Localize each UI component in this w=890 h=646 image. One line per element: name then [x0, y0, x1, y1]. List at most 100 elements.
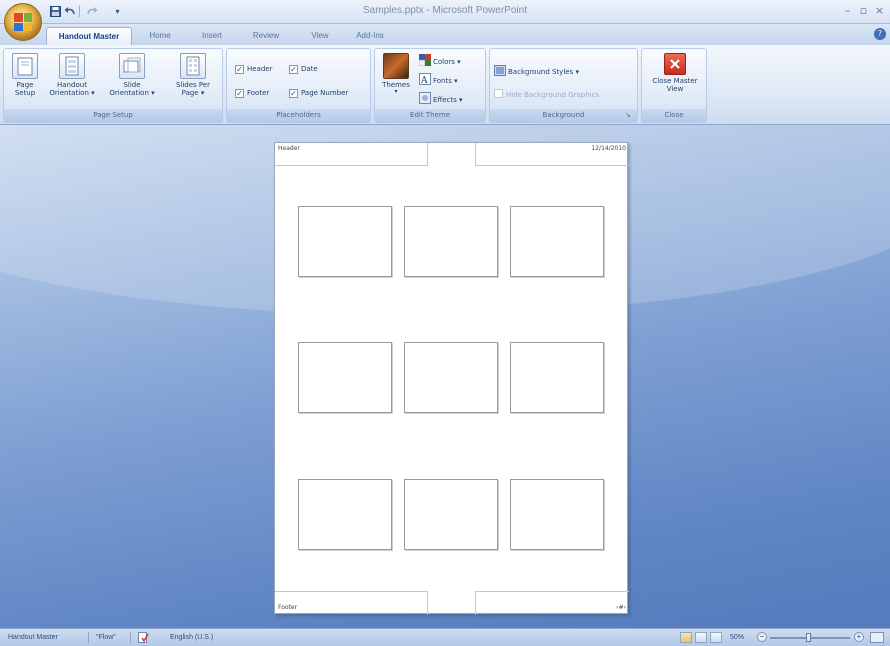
status-separator: [130, 632, 131, 643]
page-setup-group-label: Page Setup: [4, 109, 222, 122]
slide-orientation-icon: [119, 53, 145, 79]
handout-orientation-button[interactable]: Handout Orientation ▾: [48, 53, 96, 107]
date-placeholder[interactable]: 12/14/2010: [475, 143, 629, 166]
fonts-label: Fonts ▾: [433, 77, 458, 85]
date-check-icon: ✓: [289, 65, 298, 74]
page-number-check-icon: ✓: [289, 89, 298, 98]
tab-add-ins[interactable]: Add-Ins: [348, 27, 392, 45]
slide-placeholder[interactable]: [510, 479, 604, 550]
effects-button[interactable]: Effects ▾: [419, 92, 463, 105]
zoom-level[interactable]: 50%: [730, 629, 744, 646]
hide-background-graphics-label: Hide Background Graphics: [506, 91, 600, 99]
page-setup-label: Page Setup: [14, 81, 36, 97]
tab-home[interactable]: Home: [140, 27, 180, 45]
page-setup-group: Page Setup Handout Orientation ▾ Slide O…: [3, 48, 223, 123]
fit-to-window-icon[interactable]: [870, 632, 884, 643]
close-master-view-icon: [664, 53, 686, 75]
footer-checkbox[interactable]: ✓ Footer: [235, 87, 269, 100]
status-language[interactable]: English (U.S.): [170, 629, 213, 646]
slide-placeholder[interactable]: [404, 206, 498, 277]
close-group: Close Master View Close: [641, 48, 707, 123]
slide-sorter-view-icon[interactable]: [695, 632, 707, 643]
tab-review[interactable]: Review: [245, 27, 287, 45]
handout-orientation-icon: [59, 53, 85, 79]
effects-label: Effects ▾: [433, 96, 463, 104]
page-number-checkbox[interactable]: ✓ Page Number: [289, 87, 348, 100]
slide-placeholder[interactable]: [510, 342, 604, 413]
page-number-checkbox-label: Page Number: [301, 89, 349, 97]
ribbon-tabs: Handout Master Home Insert Review View A…: [0, 24, 890, 45]
themes-button[interactable]: Themes ▾: [378, 53, 414, 107]
title-bar: ▾ Samples.pptx - Microsoft PowerPoint – …: [0, 0, 890, 41]
background-styles-button[interactable]: Background Styles ▾: [494, 65, 579, 78]
fonts-icon: A: [419, 73, 431, 86]
background-dialog-launcher-icon[interactable]: ↘: [625, 111, 634, 120]
themes-dropdown-icon: ▾: [394, 88, 398, 95]
fonts-button[interactable]: A Fonts ▾: [419, 73, 458, 86]
ribbon: Page Setup Handout Orientation ▾ Slide O…: [0, 45, 890, 125]
page-setup-icon: [12, 53, 38, 79]
workspace: Header 12/14/2010 Footer ‹#›: [0, 125, 890, 628]
header-checkbox-label: Header: [247, 65, 273, 73]
slide-placeholder[interactable]: [298, 206, 392, 277]
normal-view-icon[interactable]: [680, 632, 692, 643]
zoom-in-button[interactable]: +: [854, 632, 864, 642]
background-group-label: Background: [490, 109, 637, 122]
slides-per-page-icon: [180, 53, 206, 79]
tab-view[interactable]: View: [302, 27, 338, 45]
date-checkbox-label: Date: [301, 65, 318, 73]
slide-show-view-icon[interactable]: [710, 632, 722, 643]
maximize-button[interactable]: ▫: [856, 3, 871, 18]
slide-placeholder[interactable]: [298, 479, 392, 550]
office-button[interactable]: [4, 3, 42, 41]
svg-text:A: A: [420, 76, 428, 85]
header-check-icon: ✓: [235, 65, 244, 74]
date-checkbox[interactable]: ✓ Date: [289, 63, 318, 76]
placeholders-group-label: Placeholders: [227, 109, 370, 122]
slide-orientation-label: Slide Orientation ▾: [109, 81, 155, 97]
colors-icon: [418, 54, 431, 67]
slides-per-page-label: Slides Per Page ▾: [175, 81, 211, 97]
page-setup-button[interactable]: Page Setup: [6, 53, 44, 107]
background-styles-label: Background Styles ▾: [508, 68, 579, 76]
close-master-view-button[interactable]: Close Master View: [647, 53, 703, 107]
tab-insert[interactable]: Insert: [192, 27, 232, 45]
hide-background-graphics-checkbox[interactable]: Hide Background Graphics: [494, 89, 599, 102]
window-title: Samples.pptx - Microsoft PowerPoint: [363, 5, 527, 16]
colors-label: Colors ▾: [433, 58, 461, 66]
edit-theme-group: Themes ▾ Colors ▾ A Fonts ▾ Effects ▾ Edi…: [374, 48, 486, 123]
spelling-check-icon[interactable]: [138, 632, 149, 643]
status-separator: [88, 632, 89, 643]
slide-placeholder[interactable]: [510, 206, 604, 277]
close-window-button[interactable]: ×: [872, 3, 887, 18]
effects-icon: [419, 92, 431, 104]
background-group: Background Styles ▾ Hide Background Grap…: [489, 48, 638, 123]
slide-placeholder[interactable]: [404, 342, 498, 413]
slide-placeholder[interactable]: [298, 342, 392, 413]
help-icon[interactable]: ?: [874, 28, 886, 40]
zoom-out-button[interactable]: −: [757, 632, 767, 642]
status-theme-name: "Flow": [96, 634, 116, 641]
background-styles-icon: [494, 65, 506, 76]
minimize-button[interactable]: –: [840, 3, 855, 18]
footer-check-icon: ✓: [235, 89, 244, 98]
status-bar: Handout Master "Flow" English (U.S.) 50%…: [0, 628, 890, 646]
slide-orientation-button[interactable]: Slide Orientation ▾: [108, 53, 156, 107]
close-group-label: Close: [642, 109, 706, 122]
footer-placeholder[interactable]: Footer: [275, 591, 428, 615]
slide-placeholder[interactable]: [404, 479, 498, 550]
themes-icon: [383, 53, 409, 79]
slides-per-page-button[interactable]: Slides Per Page ▾: [168, 53, 218, 107]
tab-handout-master[interactable]: Handout Master: [46, 27, 132, 45]
header-placeholder[interactable]: Header: [275, 143, 428, 166]
edit-theme-group-label: Edit Theme: [375, 109, 485, 122]
header-checkbox[interactable]: ✓ Header: [235, 63, 273, 76]
handout-orientation-label: Handout Orientation ▾: [49, 81, 95, 97]
page-number-placeholder[interactable]: ‹#›: [475, 591, 629, 615]
office-logo-icon: [14, 13, 32, 31]
zoom-slider-thumb[interactable]: [806, 633, 811, 642]
close-master-view-label: Close Master View: [652, 77, 698, 93]
colors-button[interactable]: Colors ▾: [418, 54, 461, 67]
placeholders-group: ✓ Header ✓ Date ✓ Footer ✓ Page Number Place…: [226, 48, 371, 123]
hide-background-graphics-check-icon: [494, 89, 503, 98]
